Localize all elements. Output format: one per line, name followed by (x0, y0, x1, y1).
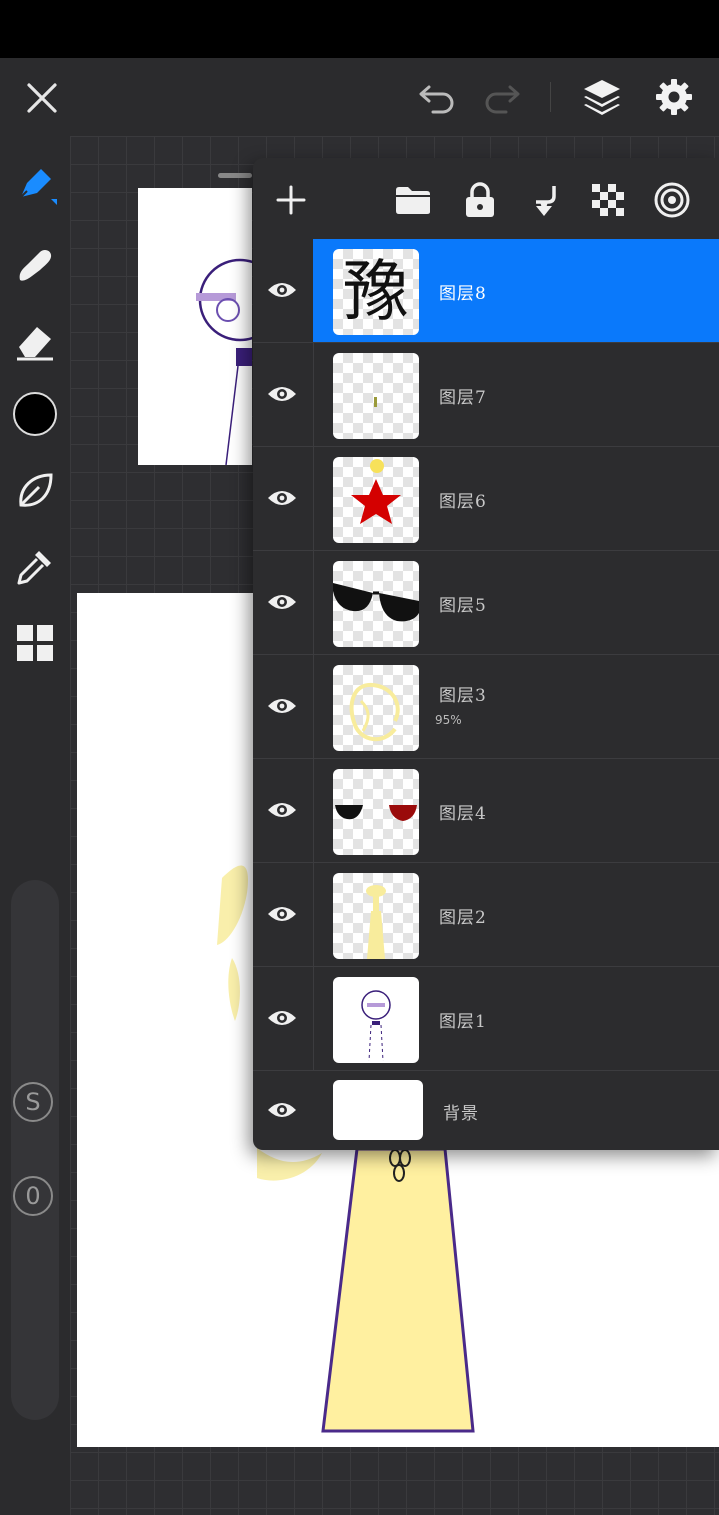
layer-row[interactable]: 图层2 (253, 863, 719, 967)
lock-icon[interactable] (458, 178, 502, 222)
grid-icon[interactable] (10, 618, 60, 668)
add-layer-icon[interactable] (269, 178, 313, 222)
layer-thumbnail (333, 457, 419, 543)
visibility-eye-icon[interactable] (265, 483, 299, 513)
reference-window[interactable] (138, 188, 252, 465)
layer-thumbnail (333, 665, 419, 751)
undo-icon[interactable] (412, 76, 462, 120)
color-swatch-circle (13, 392, 57, 436)
layer-row[interactable]: 图层4 (253, 759, 719, 863)
layer-row[interactable]: 背景 (253, 1071, 719, 1150)
thumbnail-glyph: 豫 (343, 253, 409, 330)
opacity-button[interactable]: 0 (13, 1176, 53, 1216)
layer-thumbnail (333, 977, 419, 1063)
row-divider (313, 863, 314, 966)
layer-row[interactable]: 图层7 (253, 343, 719, 447)
smudge-icon[interactable] (10, 238, 60, 288)
layer-name: 图层2 (439, 908, 487, 928)
layer-row[interactable]: 豫 图层8 (253, 239, 719, 343)
layer-name: 图层1 (439, 1012, 487, 1032)
row-divider (313, 343, 314, 446)
layer-thumbnail (333, 873, 419, 959)
layer-row[interactable]: 图层5 (253, 551, 719, 655)
layer-row[interactable]: 图层6 (253, 447, 719, 551)
layer-name: 图层3 (439, 686, 487, 706)
brush-icon[interactable] (10, 160, 60, 210)
row-divider (313, 967, 314, 1070)
layers-icon[interactable] (576, 72, 628, 122)
layer-thumbnail (333, 1080, 423, 1140)
size-button[interactable]: S (13, 1082, 53, 1122)
row-divider (313, 551, 314, 654)
layer-thumbnail (333, 769, 419, 855)
checkerboard-icon[interactable] (586, 178, 630, 222)
layer-thumbnail (333, 353, 419, 439)
visibility-eye-icon[interactable] (265, 1095, 299, 1125)
reference-image (196, 258, 252, 465)
visibility-eye-icon[interactable] (265, 1003, 299, 1033)
visibility-eye-icon[interactable] (265, 587, 299, 617)
layer-name: 图层8 (439, 284, 487, 304)
layer-name: 图层4 (439, 804, 487, 824)
layer-row[interactable]: 图层1 (253, 967, 719, 1071)
layer-name: 背景 (443, 1104, 479, 1124)
gear-icon[interactable] (648, 72, 700, 122)
row-divider (313, 759, 314, 862)
layer-thumbnail: 豫 (333, 249, 419, 335)
target-icon[interactable] (650, 178, 694, 222)
folder-icon[interactable] (391, 178, 435, 222)
status-bar (0, 0, 719, 58)
visibility-eye-icon[interactable] (265, 795, 299, 825)
layer-name: 图层6 (439, 492, 487, 512)
layer-thumbnail (333, 561, 419, 647)
visibility-eye-icon[interactable] (265, 691, 299, 721)
row-divider (313, 447, 314, 550)
layer-row[interactable]: 图层3 95% (253, 655, 719, 759)
layers-panel: 豫 图层8 图层7 图层6 图层5 图层3 95% 图层4 图层2 图层1 背景 (253, 158, 719, 1150)
close-icon[interactable] (18, 76, 66, 120)
leaf-icon[interactable] (10, 466, 60, 516)
visibility-eye-icon[interactable] (265, 379, 299, 409)
row-divider (313, 655, 314, 758)
eyedropper-icon[interactable] (10, 542, 60, 592)
divider (550, 82, 551, 112)
color-swatch[interactable] (10, 389, 60, 439)
visibility-eye-icon[interactable] (265, 275, 299, 305)
merge-down-icon[interactable] (522, 178, 566, 222)
layer-name: 图层5 (439, 596, 487, 616)
top-toolbar (0, 58, 719, 136)
visibility-eye-icon[interactable] (265, 899, 299, 929)
redo-icon[interactable] (477, 76, 527, 120)
brush-slider[interactable] (11, 880, 59, 1420)
reference-grabber[interactable] (218, 173, 252, 178)
eraser-icon[interactable] (10, 316, 60, 366)
layer-name: 图层7 (439, 388, 487, 408)
layer-opacity: 95% (435, 713, 462, 727)
